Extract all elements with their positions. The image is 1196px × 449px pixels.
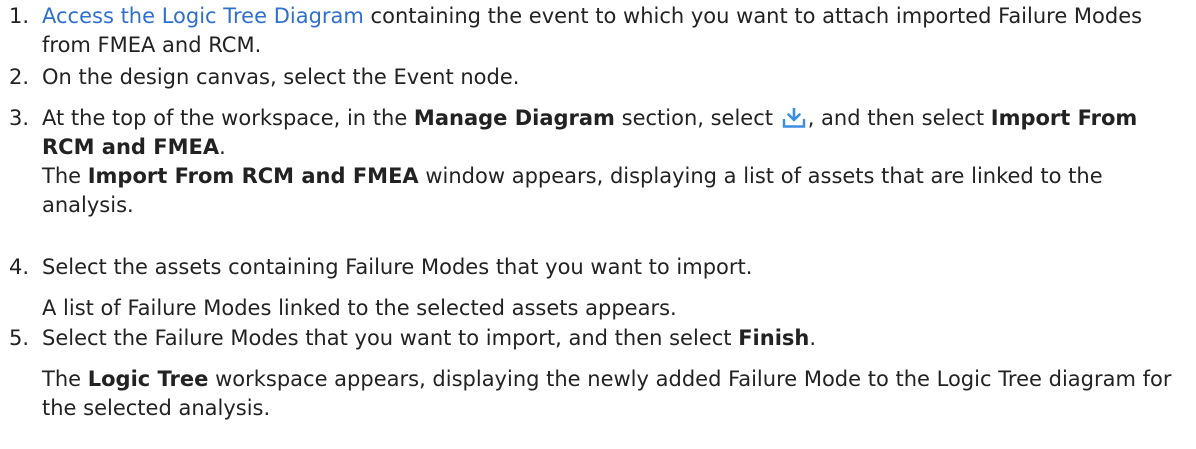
- step-number: 1.: [9, 4, 30, 28]
- step-body: Select the assets containing Failure Mod…: [42, 253, 1180, 323]
- step-instruction: On the design canvas, select the Event n…: [42, 65, 520, 89]
- step-number: 3.: [9, 106, 30, 130]
- procedure-steps: 1. Access the Logic Tree Diagram contain…: [0, 0, 1196, 449]
- step-number: 2.: [9, 65, 30, 89]
- step-body: Access the Logic Tree Diagram containing…: [42, 2, 1180, 60]
- step-instruction: Access the Logic Tree Diagram containing…: [42, 2, 1180, 60]
- step-instruction: Select the assets containing Failure Mod…: [42, 255, 753, 279]
- step-4: 4. Select the assets containing Failure …: [0, 253, 1180, 323]
- download-icon: [782, 107, 806, 129]
- step-1: 1. Access the Logic Tree Diagram contain…: [0, 2, 1180, 60]
- step-number: 4.: [9, 255, 30, 279]
- step-result: A list of Failure Modes linked to the se…: [42, 296, 677, 320]
- step-2: 2. On the design canvas, select the Even…: [0, 63, 1180, 92]
- step-body: On the design canvas, select the Event n…: [42, 63, 1180, 92]
- window-title-label: Import From RCM and FMEA: [87, 164, 419, 188]
- workspace-name-label: Logic Tree: [87, 367, 209, 391]
- step-instruction: Select the Failure Modes that you want t…: [42, 326, 817, 350]
- step-instruction: At the top of the workspace, in the Mana…: [42, 106, 1138, 159]
- step-5: 5. Select the Failure Modes that you wan…: [0, 324, 1180, 423]
- access-logic-tree-link[interactable]: Access the Logic Tree Diagram: [42, 4, 364, 28]
- step-number: 5.: [9, 326, 30, 350]
- step-result: The Import From RCM and FMEA window appe…: [42, 164, 1103, 217]
- step-result: The Logic Tree workspace appears, displa…: [42, 367, 1172, 420]
- step-body: Select the Failure Modes that you want t…: [42, 324, 1180, 423]
- finish-label: Finish: [738, 326, 810, 350]
- step-body: At the top of the workspace, in the Mana…: [42, 104, 1180, 220]
- manage-diagram-label: Manage Diagram: [413, 106, 615, 130]
- step-3: 3. At the top of the workspace, in the M…: [0, 104, 1180, 220]
